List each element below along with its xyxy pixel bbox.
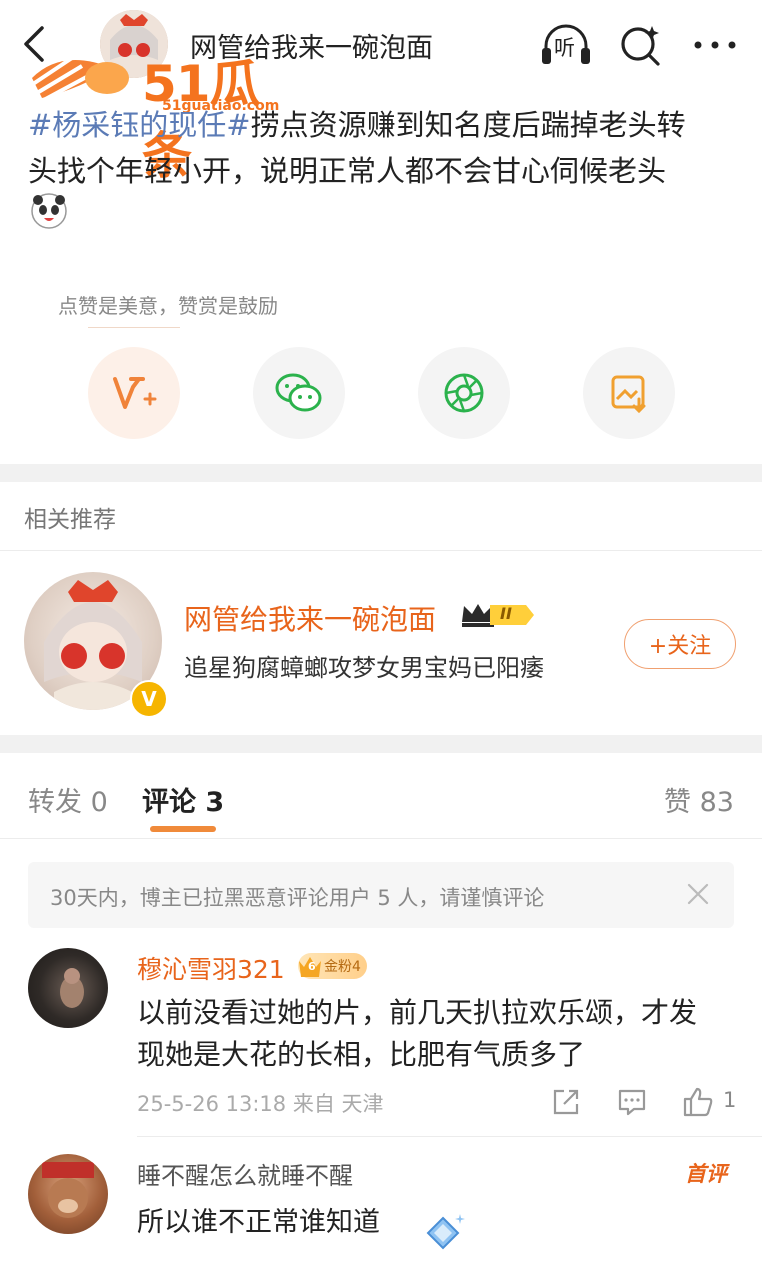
share-icon[interactable] bbox=[550, 1086, 582, 1118]
commenter-avatar[interactable] bbox=[28, 1154, 108, 1234]
active-tab-indicator bbox=[150, 826, 216, 832]
follow-button[interactable]: +关注 bbox=[624, 619, 736, 669]
divider bbox=[137, 1136, 762, 1137]
share-moments-button[interactable] bbox=[418, 347, 510, 439]
fan-badge-level: 6 bbox=[308, 960, 316, 973]
related-description: 追星狗腐蟑螂攻梦女男宝妈已阳痿 bbox=[184, 654, 544, 682]
reply-icon[interactable] bbox=[616, 1086, 648, 1118]
member-level: II bbox=[500, 604, 512, 623]
notice-text: 30天内，博主已拉黑恶意评论用户 5 人，请谨慎评论 bbox=[50, 886, 545, 910]
related-section-title: 相关推荐 bbox=[24, 507, 116, 533]
verified-badge: V bbox=[130, 680, 168, 718]
commenter-name[interactable]: 睡不醒怎么就睡不醒 bbox=[137, 1156, 353, 1191]
comment-tabs: 转发 0 评论 3 赞 83 bbox=[0, 770, 762, 830]
first-comment-badge: 首评 bbox=[685, 1162, 727, 1186]
post-text-line2: 头找个年轻小开，说明正常人都不会甘心伺候老头 bbox=[28, 154, 667, 188]
reward-hint: 点赞是美意，赞赏是鼓励 bbox=[58, 294, 278, 318]
divider bbox=[0, 838, 762, 839]
commenter-avatar[interactable] bbox=[28, 948, 108, 1028]
comment-text: 所以谁不正常谁知道 bbox=[137, 1207, 380, 1238]
listen-label: 听 bbox=[554, 36, 575, 60]
related-name[interactable]: 网管给我来一碗泡面 bbox=[184, 598, 436, 638]
more-icon[interactable] bbox=[690, 30, 740, 60]
tab-forward[interactable]: 转发 0 bbox=[28, 780, 108, 819]
section-divider bbox=[0, 464, 762, 482]
share-wechat-button[interactable] bbox=[253, 347, 345, 439]
tab-comments[interactable]: 评论 3 bbox=[142, 780, 224, 819]
close-icon[interactable] bbox=[684, 880, 712, 908]
save-image-button[interactable] bbox=[583, 347, 675, 439]
moments-icon bbox=[444, 373, 484, 413]
like-count: 1 bbox=[723, 1088, 737, 1112]
comment-text-line2: 现她是大花的长相，比肥有气质多了 bbox=[137, 1038, 586, 1071]
hashtag-link[interactable]: #杨采钰的现任# bbox=[28, 108, 251, 142]
post-body: #杨采钰的现任#捞点资源赚到知名度后踹掉老头转 头找个年轻小开，说明正常人都不会… bbox=[28, 102, 738, 194]
image-download-icon bbox=[611, 375, 646, 414]
commenter-name[interactable]: 穆沁雪羽321 bbox=[137, 950, 285, 986]
tab-likes[interactable]: 赞 83 bbox=[664, 780, 734, 819]
listen-button[interactable]: 听 bbox=[538, 20, 594, 70]
comment-meta: 25-5-26 13:18 来自 天津 bbox=[137, 1092, 384, 1116]
comment-text-line1: 以前没看过她的片，前几天扒拉欢乐颂，才发 bbox=[137, 996, 698, 1029]
like-icon[interactable] bbox=[682, 1086, 714, 1118]
comment-text: 以前没看过她的片，前几天扒拉欢乐颂，才发 现她是大花的长相，比肥有气质多了 bbox=[137, 992, 737, 1076]
fan-badge-label: 金粉4 bbox=[324, 959, 361, 975]
search-icon[interactable] bbox=[616, 20, 666, 70]
reward-button[interactable] bbox=[88, 347, 180, 439]
member-crown-icon: II bbox=[460, 600, 536, 630]
fan-badge: 6 金粉4 bbox=[298, 953, 367, 979]
panda-emoji-icon bbox=[30, 192, 68, 230]
reward-icon bbox=[113, 377, 157, 409]
section-divider bbox=[0, 735, 762, 753]
diamond-sticker-icon bbox=[420, 1210, 466, 1256]
divider bbox=[88, 327, 180, 328]
post-text-line1: 捞点资源赚到知名度后踹掉老头转 bbox=[250, 108, 686, 142]
wechat-icon bbox=[275, 373, 322, 412]
divider bbox=[0, 550, 762, 551]
moderation-notice: 30天内，博主已拉黑恶意评论用户 5 人，请谨慎评论 bbox=[28, 862, 734, 928]
